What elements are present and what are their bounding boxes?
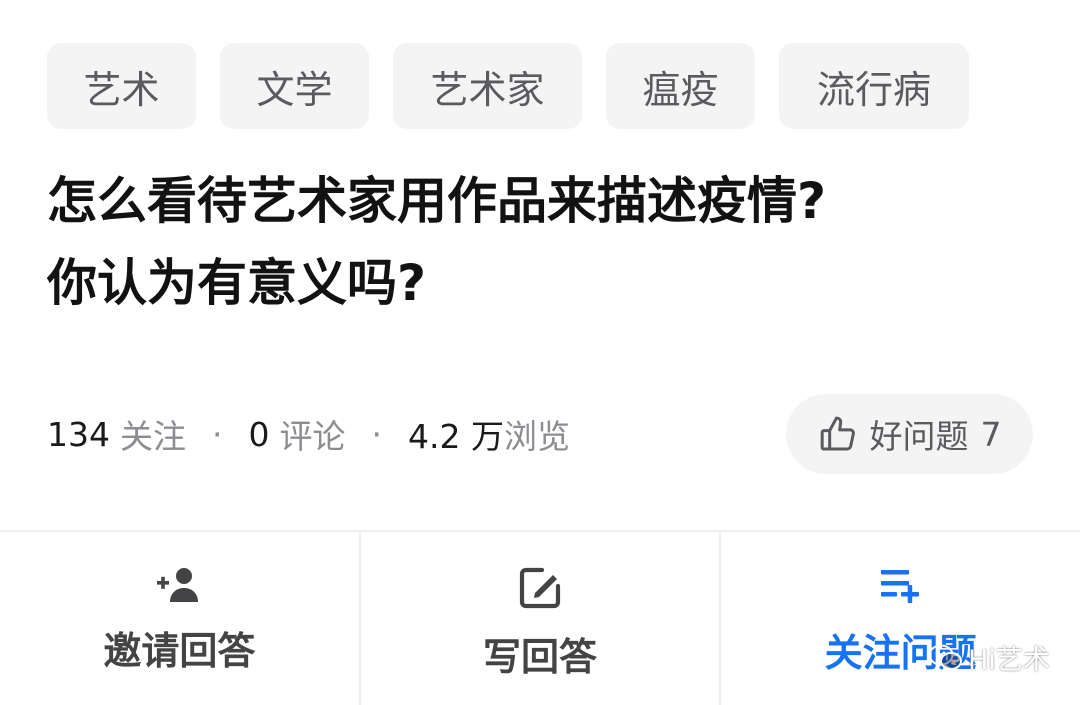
follow-count: 134: [47, 414, 110, 454]
topic-tag-art[interactable]: 艺术: [47, 43, 196, 129]
topic-tag-plague[interactable]: 瘟疫: [606, 43, 755, 129]
wechat-icon: [928, 644, 962, 670]
write-answer-button[interactable]: 写回答: [358, 532, 720, 705]
comment-label[interactable]: 评论: [280, 410, 346, 458]
playlist-add-icon: [880, 570, 919, 603]
question-title-line-2: 你认为有意义吗?: [47, 254, 427, 312]
question-stats: 134 关注 · 0 评论 · 4.2 万 浏览: [47, 408, 570, 460]
watermark-label: Hi艺术: [968, 645, 1050, 676]
question-title: 怎么看待艺术家用作品来描述疫情? 你认为有意义吗?: [47, 160, 1037, 324]
follow-question-button[interactable]: 关注问题: [719, 532, 1080, 705]
topic-tag-literature[interactable]: 文学: [220, 43, 369, 129]
good-question-button[interactable]: 好问题 7: [786, 394, 1033, 474]
source-watermark: Hi艺术: [928, 638, 1050, 677]
view-label: 浏览: [503, 417, 570, 456]
stats-separator: ·: [371, 414, 383, 454]
question-title-line-1: 怎么看待艺术家用作品来描述疫情?: [47, 172, 827, 230]
thumbs-up-icon: [820, 416, 855, 451]
follow-label: 关注: [120, 417, 186, 456]
invite-answer-label: 邀请回答: [103, 629, 256, 673]
add-person-icon: [157, 568, 199, 602]
topic-tag-artist[interactable]: 艺术家: [393, 43, 582, 129]
good-question-count: 7: [980, 414, 1002, 454]
topic-tag-label: 流行病: [816, 67, 931, 112]
topic-tags: 艺术 文学 艺术家 瘟疫 流行病: [47, 43, 969, 129]
topic-tag-label: 艺术家: [430, 67, 545, 112]
comment-count: 0: [248, 414, 270, 454]
topic-tag-label: 瘟疫: [642, 67, 719, 112]
invite-answer-button[interactable]: 邀请回答: [0, 532, 359, 705]
view-count: 4.2 万: [408, 417, 504, 456]
topic-tag-epidemic[interactable]: 流行病: [779, 43, 969, 129]
write-answer-label: 写回答: [483, 635, 598, 679]
stats-separator: ·: [212, 414, 223, 454]
edit-icon: [519, 567, 561, 609]
topic-tag-label: 文学: [256, 67, 333, 112]
action-bar: 邀请回答 写回答 关注问题: [0, 530, 1080, 705]
good-question-label: 好问题: [869, 417, 969, 456]
topic-tag-label: 艺术: [83, 67, 160, 112]
